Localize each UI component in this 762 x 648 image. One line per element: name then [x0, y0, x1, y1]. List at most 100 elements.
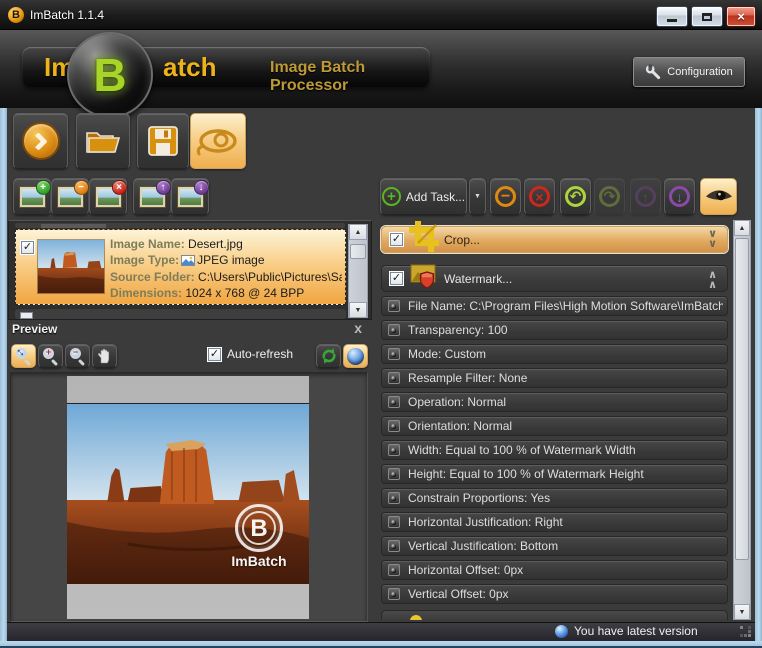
scroll-up-button[interactable]: ▲ — [734, 220, 750, 236]
maximize-icon — [702, 12, 712, 21]
resize-grip[interactable] — [740, 626, 752, 638]
crop-icon — [408, 220, 440, 259]
zoom-out-icon: − — [69, 347, 86, 367]
auto-refresh-checkbox[interactable]: ✓ — [208, 347, 221, 361]
undo-button[interactable]: ↶ — [560, 178, 591, 215]
property-row-operation[interactable]: Operation: Normal — [381, 392, 728, 412]
list-item-partial-bottom[interactable] — [15, 309, 346, 319]
task-label: Watermark... — [444, 272, 513, 286]
property-eye-icon — [388, 564, 400, 576]
zoom-in-button[interactable]: + — [38, 344, 63, 368]
save-button[interactable] — [137, 113, 189, 169]
pan-button[interactable] — [92, 344, 117, 368]
preview-close-button[interactable]: x — [354, 320, 362, 336]
task-preview-toggle[interactable] — [700, 178, 737, 215]
minimize-button[interactable] — [656, 6, 688, 27]
add-task-dropdown[interactable]: ▼ — [469, 178, 486, 215]
hand-icon — [98, 348, 110, 364]
status-bar: You have latest version — [7, 622, 755, 641]
move-task-down-button[interactable]: ↓ — [664, 178, 695, 215]
preview-toggle-button[interactable] — [190, 113, 246, 169]
folder-icon — [86, 132, 121, 153]
image-checkbox[interactable]: ✓ — [21, 241, 34, 254]
window-frame-left — [0, 108, 7, 648]
move-image-down-icon: ↓ — [177, 179, 209, 207]
property-row-width[interactable]: Width: Equal to 100 % of Watermark Width — [381, 440, 728, 460]
task-row-watermark[interactable]: ✓ Watermark... ∧ ∧ — [381, 264, 728, 292]
move-task-up-button[interactable]: ↑ — [630, 178, 661, 215]
wrench-icon — [646, 64, 661, 80]
run-tasks-button[interactable] — [13, 113, 68, 169]
scrollbar-thumb[interactable] — [350, 244, 366, 259]
configuration-label: Configuration — [667, 66, 733, 78]
clear-tasks-button[interactable]: × — [524, 178, 555, 215]
scrollbar-thumb[interactable] — [735, 238, 749, 560]
task-row-partial[interactable] — [381, 610, 728, 620]
collapse-task-icon[interactable]: ∧ ∧ — [708, 270, 717, 291]
property-row-transparency[interactable]: Transparency: 100 — [381, 320, 728, 340]
scroll-down-button[interactable]: ▼ — [734, 604, 750, 620]
scroll-up-button[interactable]: ▲ — [349, 224, 367, 240]
task-list-scrollbar[interactable]: ▲ ▼ — [733, 220, 751, 620]
expand-task-icon[interactable]: ∨ ∨ — [708, 229, 717, 250]
property-eye-icon — [388, 588, 400, 600]
auto-refresh-label: Auto-refresh — [227, 347, 294, 361]
property-row-orientation[interactable]: Orientation: Normal — [381, 416, 728, 436]
open-button[interactable] — [76, 113, 130, 169]
property-row-horizontal-justification[interactable]: Horizontal Justification: Right — [381, 512, 728, 532]
maximize-button[interactable] — [691, 6, 723, 27]
task-checkbox[interactable]: ✓ — [390, 233, 403, 246]
property-eye-icon — [388, 348, 400, 360]
move-task-down-icon: ↓ — [669, 186, 690, 207]
remove-image-icon: − — [57, 179, 89, 207]
imbatch-window: B ImBatch 1.1.4 × Im B atch Image Batch … — [0, 0, 762, 648]
property-eye-icon — [388, 324, 400, 336]
status-message: You have latest version — [574, 624, 698, 638]
refresh-preview-button[interactable] — [316, 344, 341, 368]
add-images-button[interactable]: + — [13, 178, 51, 215]
remove-task-icon: − — [495, 186, 516, 207]
property-row-horizontal-offset[interactable]: Horizontal Offset: 0px — [381, 560, 728, 580]
imbatch-watermark: B ImBatch — [213, 504, 305, 569]
task-checkbox[interactable]: ✓ — [390, 272, 403, 285]
image-list-scrollbar[interactable]: ▲ ▼ — [348, 224, 368, 318]
remove-task-button[interactable]: − — [490, 178, 521, 215]
property-row-resample-filter[interactable]: Resample Filter: None — [381, 368, 728, 388]
refresh-icon — [320, 347, 338, 365]
property-eye-icon — [388, 300, 400, 312]
move-image-up-button[interactable]: ↑ — [133, 178, 171, 215]
property-row-height[interactable]: Height: Equal to 100 % of Watermark Heig… — [381, 464, 728, 484]
property-row-vertical-offset[interactable]: Vertical Offset: 0px — [381, 584, 728, 604]
property-eye-icon — [388, 468, 400, 480]
image-list-item-selected[interactable]: ✓ Image Name: Desert.jpg Image Type: JPE… — [15, 229, 346, 305]
property-row-vertical-justification[interactable]: Vertical Justification: Bottom — [381, 536, 728, 556]
remove-image-button[interactable]: − — [51, 178, 89, 215]
clear-tasks-icon: × — [529, 186, 550, 207]
eye-icon — [196, 129, 237, 156]
redo-icon: ↷ — [599, 186, 620, 207]
add-task-button[interactable]: + Add Task... — [380, 178, 467, 215]
image-info: Image Name: Desert.jpg Image Type: JPEG i… — [110, 237, 342, 300]
property-row-constrain-proportions[interactable]: Constrain Proportions: Yes — [381, 488, 728, 508]
configuration-button[interactable]: Configuration — [633, 57, 745, 87]
move-image-down-button[interactable]: ↓ — [171, 178, 209, 215]
preview-canvas[interactable]: B ImBatch — [10, 372, 368, 622]
zoom-fit-button[interactable]: ⤡ — [11, 344, 36, 368]
close-button[interactable]: × — [726, 6, 756, 27]
list-item-partial-top[interactable] — [15, 223, 345, 228]
task-row-crop[interactable]: ✓ Crop... ∨ ∨ — [381, 221, 728, 253]
preview-mode-button[interactable] — [343, 344, 368, 368]
redo-button[interactable]: ↷ — [594, 178, 625, 215]
preview-page: B ImBatch — [67, 376, 309, 619]
clear-images-icon: × — [95, 179, 127, 207]
property-eye-icon — [388, 516, 400, 528]
property-row-file-name[interactable]: File Name: C:\Program Files\High Motion … — [381, 296, 728, 316]
task-label: Crop... — [444, 233, 481, 247]
clear-images-button[interactable]: × — [89, 178, 127, 215]
move-task-up-icon: ↑ — [635, 186, 656, 207]
jpeg-file-icon — [181, 254, 196, 271]
property-row-mode[interactable]: Mode: Custom — [381, 344, 728, 364]
update-status: You have latest version — [555, 624, 698, 638]
scroll-down-button[interactable]: ▼ — [349, 302, 367, 318]
zoom-out-button[interactable]: − — [65, 344, 90, 368]
